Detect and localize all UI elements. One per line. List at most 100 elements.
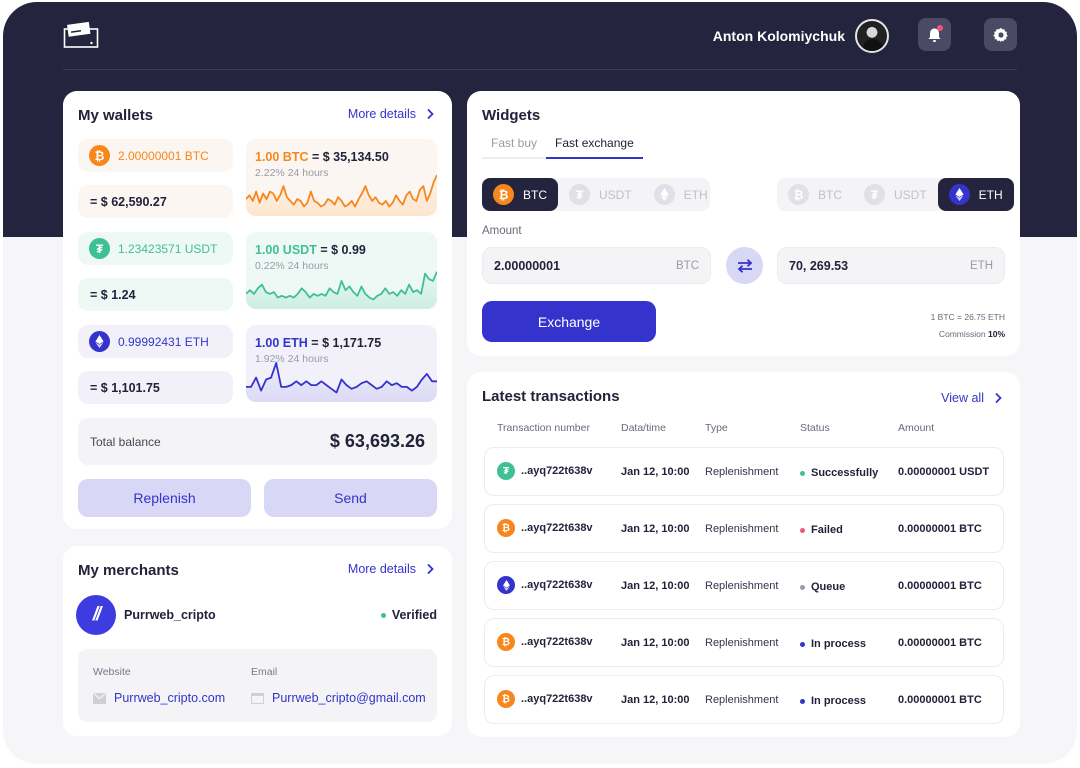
tether-icon: ₮ xyxy=(89,238,110,259)
column-header[interactable]: Transaction number xyxy=(497,422,590,434)
wallet-balance: 2.00000001 BTC xyxy=(118,148,209,163)
tx-status: Successfully xyxy=(800,467,878,479)
tx-amount: 0.00000001 BTC xyxy=(898,523,982,535)
option-label: BTC xyxy=(523,187,547,202)
wallet-btc-chart[interactable]: 1.00 BTC = $ 35,134.50 2.22% 24 hours xyxy=(246,139,437,216)
chevron-right-icon xyxy=(427,108,434,120)
merchant-website: Purrweb_cripto.com xyxy=(114,691,226,705)
column-header[interactable]: Amount xyxy=(898,422,934,434)
option-label: ETH xyxy=(683,187,708,202)
tx-datetime: Jan 12, 10:00 xyxy=(621,523,690,535)
status-dot xyxy=(800,527,805,533)
tab-fast-exchange[interactable]: Fast exchange xyxy=(546,134,643,159)
send-button[interactable]: Send xyxy=(264,479,437,517)
wallet-balance: 1.23423571 USDT xyxy=(118,241,218,256)
browser-window-icon xyxy=(251,692,264,704)
from-option-btc[interactable]: ₿ BTC xyxy=(482,178,558,211)
merchant-website-link[interactable]: Purrweb_cripto.com xyxy=(93,691,225,705)
table-row[interactable]: ₮ ..ayq722t638v Jan 12, 10:00 Replenishme… xyxy=(484,447,1004,496)
table-row[interactable]: ..ayq722t638v Jan 12, 10:00 Replenishmen… xyxy=(484,561,1004,610)
tx-amount: 0.00000001 USDT xyxy=(898,466,990,478)
to-option-eth[interactable]: ETH xyxy=(937,178,1014,211)
wallet-eth-balance[interactable]: 0.99992431 ETH xyxy=(78,325,233,358)
table-row[interactable]: ₿ ..ayq722t638v Jan 12, 10:00 Replenishme… xyxy=(484,504,1004,553)
from-option-usdt[interactable]: ₮ USDT xyxy=(558,178,643,211)
tx-datetime: Jan 12, 10:00 xyxy=(621,694,690,706)
status-dot xyxy=(800,698,805,704)
tx-number: ..ayq722t638v xyxy=(521,522,593,534)
transactions-card: Latest transactions View all Transaction… xyxy=(467,372,1020,737)
rate-value: = $ 0.99 xyxy=(320,243,366,257)
wallets-more-details-link[interactable]: More details xyxy=(348,107,434,121)
wallet-btc-balance[interactable]: ₿ 2.00000001 BTC xyxy=(78,139,233,172)
tx-status: In process xyxy=(800,638,866,650)
commission: Commission 10% xyxy=(931,326,1005,343)
table-row[interactable]: ₿ ..ayq722t638v Jan 12, 10:00 Replenishme… xyxy=(484,675,1004,724)
column-header[interactable]: Type xyxy=(705,422,728,434)
wallet-usdt-chart[interactable]: 1.00 USDT = $ 0.99 0.22% 24 hours xyxy=(246,232,437,309)
wallet-btc-usd: = $ 62,590.27 xyxy=(78,185,233,218)
tx-number-cell: ₮ ..ayq722t638v xyxy=(497,462,593,480)
rate-coin: 1.00 BTC xyxy=(255,150,309,164)
to-amount-input[interactable] xyxy=(789,258,939,273)
bitcoin-icon: ₿ xyxy=(497,690,515,708)
bitcoin-icon: ₿ xyxy=(493,184,514,205)
rate: 1.00 USDT = $ 0.99 xyxy=(255,243,366,257)
merchant-name[interactable]: Purrweb_cripto xyxy=(124,608,216,622)
user-avatar[interactable] xyxy=(855,19,889,53)
tx-amount: 0.00000001 BTC xyxy=(898,580,982,592)
option-label: BTC xyxy=(818,187,842,202)
widgets-card: Widgets Fast buy Fast exchange ₿ BTC ₮ U… xyxy=(467,91,1020,356)
tether-icon: ₮ xyxy=(864,184,885,205)
exchange-button[interactable]: Exchange xyxy=(482,301,656,342)
to-currency-selector: ₿ BTC ₮ USDT ETH xyxy=(777,178,1014,211)
to-option-btc[interactable]: ₿ BTC xyxy=(777,178,853,211)
notifications-button[interactable] xyxy=(918,18,951,51)
column-header[interactable]: Data/time xyxy=(621,422,666,434)
rate-value: = $ 1,171.75 xyxy=(311,336,382,350)
sparkline-area xyxy=(246,271,437,309)
rate: 1.00 ETH = $ 1,171.75 xyxy=(255,336,381,350)
envelope-icon xyxy=(93,692,106,704)
wallet-card-icon[interactable] xyxy=(63,21,99,51)
merchant-email-link[interactable]: Purrweb_cripto@gmail.com xyxy=(251,691,426,705)
amount-label: Amount xyxy=(482,225,522,237)
wallet-eth-usd: = $ 1,101.75 xyxy=(78,371,233,404)
merchant-logo[interactable]: // xyxy=(76,595,116,635)
bitcoin-icon: ₿ xyxy=(497,519,515,537)
rate-value: = $ 35,134.50 xyxy=(311,150,389,164)
column-header[interactable]: Status xyxy=(800,422,830,434)
website-label: Website xyxy=(93,666,131,678)
from-amount-input[interactable] xyxy=(494,258,644,273)
from-option-eth[interactable]: ETH xyxy=(643,178,719,211)
view-all-link[interactable]: View all xyxy=(941,391,1002,405)
table-row[interactable]: ₿ ..ayq722t638v Jan 12, 10:00 Replenishme… xyxy=(484,618,1004,667)
tether-icon: ₮ xyxy=(497,462,515,480)
tx-number-cell: ₿ ..ayq722t638v xyxy=(497,690,593,708)
total-balance: Total balance $ 63,693.26 xyxy=(78,418,437,465)
swap-arrows-icon xyxy=(737,258,752,273)
wallet-usdt-balance[interactable]: ₮ 1.23423571 USDT xyxy=(78,232,233,265)
tx-status-label: Failed xyxy=(811,524,843,536)
transactions-title: Latest transactions xyxy=(482,388,620,405)
tx-number-cell: ..ayq722t638v xyxy=(497,576,593,594)
to-option-usdt[interactable]: ₮ USDT xyxy=(853,178,938,211)
ethereum-icon xyxy=(497,576,515,594)
wallets-title: My wallets xyxy=(78,107,154,124)
ethereum-icon xyxy=(948,184,970,205)
ethereum-icon xyxy=(653,184,675,205)
user-menu[interactable]: Anton Kolomiychuk xyxy=(713,18,889,54)
tab-fast-buy[interactable]: Fast buy xyxy=(482,134,547,159)
merchants-more-details-link[interactable]: More details xyxy=(348,562,434,576)
chevron-right-icon xyxy=(995,392,1002,404)
wallet-eth-chart[interactable]: 1.00 ETH = $ 1,171.75 1.92% 24 hours xyxy=(246,325,437,402)
replenish-button[interactable]: Replenish xyxy=(78,479,251,517)
settings-button[interactable] xyxy=(984,18,1017,51)
sparkline xyxy=(246,271,437,309)
merchant-email: Purrweb_cripto@gmail.com xyxy=(272,691,426,705)
header-divider xyxy=(63,69,1017,70)
user-name: Anton Kolomiychuk xyxy=(712,28,845,44)
swap-button[interactable] xyxy=(726,247,763,284)
exchange-rate: 1 BTC = 26.75 ETH xyxy=(930,312,1005,322)
wallet-balance: 0.99992431 ETH xyxy=(118,334,209,349)
